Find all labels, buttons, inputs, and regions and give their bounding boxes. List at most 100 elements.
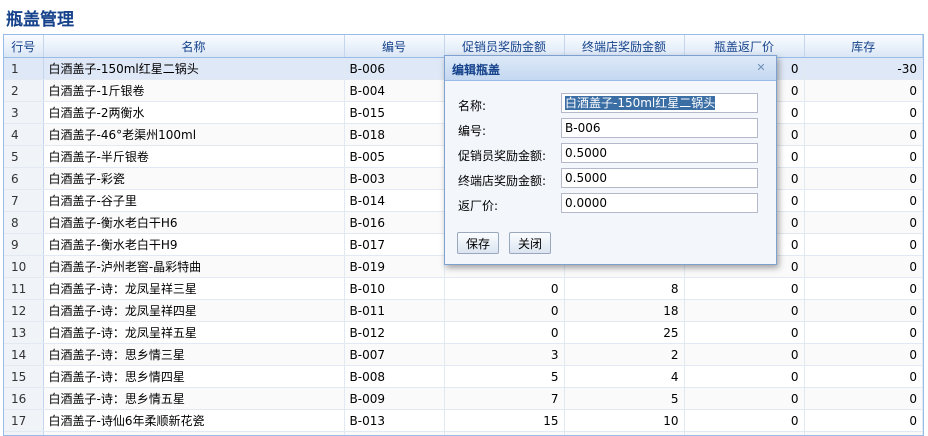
code-cell: B-010 bbox=[344, 277, 445, 300]
code-cell: B-016 bbox=[344, 211, 445, 234]
row-number: 1 bbox=[4, 57, 44, 80]
name-field-value: 白酒盖子-150ml红星二锅头 bbox=[565, 96, 716, 110]
name-field[interactable]: 白酒盖子-150ml红星二锅头 bbox=[561, 93, 758, 113]
stock-cell: 0 bbox=[804, 299, 923, 322]
row-number: 12 bbox=[4, 299, 44, 322]
table-row[interactable]: 15 白酒盖子-诗：思乡情四星 B-008 5 4 0 0 bbox=[4, 365, 923, 388]
row-number: 8 bbox=[4, 211, 44, 234]
code-label: 编号: bbox=[458, 124, 487, 138]
code-cell: B-004 bbox=[344, 79, 445, 102]
save-button[interactable]: 保存 bbox=[457, 232, 500, 254]
row-number: 9 bbox=[4, 233, 44, 256]
name-cell: 白酒盖子-衡水老白干H6 bbox=[43, 211, 345, 234]
row-number: 7 bbox=[4, 189, 44, 212]
name-cell: 白酒盖子-诗：龙凤呈祥四星 bbox=[43, 299, 345, 322]
column-header-code[interactable]: 编号 bbox=[344, 35, 445, 58]
code-cell: B-011 bbox=[344, 299, 445, 322]
table-row[interactable]: 16 白酒盖子-诗：思乡情五星 B-009 7 5 0 0 bbox=[4, 387, 923, 410]
stock-cell: 0 bbox=[804, 145, 923, 168]
name-cell: 白酒盖子-46°老渠州100ml bbox=[43, 123, 345, 146]
stock-cell: 0 bbox=[804, 101, 923, 124]
stock-cell: 0 bbox=[804, 431, 923, 435]
name-cell: 白酒盖子-谷子里 bbox=[43, 189, 345, 212]
table-row[interactable]: 12 白酒盖子-诗：龙凤呈祥四星 B-011 0 18 0 0 bbox=[4, 299, 923, 322]
stock-cell: 0 bbox=[804, 409, 923, 432]
column-header-row-number[interactable]: 行号 bbox=[4, 35, 44, 58]
return-price-cell: 0 bbox=[684, 343, 805, 366]
table-row[interactable]: 11 白酒盖子-诗：龙凤呈祥三星 B-010 0 8 0 0 bbox=[4, 277, 923, 300]
stock-cell: 0 bbox=[804, 277, 923, 300]
row-number: 14 bbox=[4, 343, 44, 366]
terminal-reward-cell: 5 bbox=[564, 387, 685, 410]
terminal-reward-cell: 18 bbox=[564, 299, 685, 322]
row-number: 10 bbox=[4, 255, 44, 278]
close-icon[interactable]: ✕ bbox=[754, 61, 768, 75]
promoter-reward-cell: 5 bbox=[444, 365, 565, 388]
name-cell: 白酒盖子-诗仙太白普花 bbox=[43, 431, 345, 435]
row-number: 11 bbox=[4, 277, 44, 300]
terminal-reward-cell: 25 bbox=[564, 321, 685, 344]
promoter-reward-field[interactable] bbox=[561, 143, 758, 163]
name-cell: 白酒盖子-2两衡水 bbox=[43, 101, 345, 124]
terminal-reward-cell: 8 bbox=[564, 277, 685, 300]
code-field[interactable] bbox=[561, 118, 758, 138]
stock-cell: 0 bbox=[804, 79, 923, 102]
return-price-field[interactable] bbox=[561, 193, 758, 213]
table-row[interactable]: 14 白酒盖子-诗：思乡情三星 B-007 3 2 0 0 bbox=[4, 343, 923, 366]
row-number: 17 bbox=[4, 409, 44, 432]
promoter-reward-cell: 0 bbox=[444, 321, 565, 344]
return-price-cell: 0 bbox=[684, 431, 805, 435]
name-label: 名称: bbox=[458, 99, 487, 113]
row-number: 15 bbox=[4, 365, 44, 388]
terminal-reward-label: 终端店奖励金额: bbox=[458, 174, 547, 188]
stock-cell: 0 bbox=[804, 167, 923, 190]
return-price-cell: 0 bbox=[684, 277, 805, 300]
code-cell: B-005 bbox=[344, 145, 445, 168]
column-header-name[interactable]: 名称 bbox=[43, 35, 345, 58]
code-cell: B-003 bbox=[344, 167, 445, 190]
promoter-reward-cell: 7 bbox=[444, 387, 565, 410]
stock-cell: 0 bbox=[804, 255, 923, 278]
table-row[interactable]: 17 白酒盖子-诗仙6年柔顺新花瓷 B-013 15 10 0 0 bbox=[4, 409, 923, 432]
return-price-cell: 0 bbox=[684, 409, 805, 432]
name-cell: 白酒盖子-诗：思乡情四星 bbox=[43, 365, 345, 388]
terminal-reward-cell: 12 bbox=[564, 431, 685, 435]
stock-cell: 0 bbox=[804, 233, 923, 256]
terminal-reward-cell: 4 bbox=[564, 365, 685, 388]
promoter-reward-cell: 17 bbox=[444, 431, 565, 435]
table-row[interactable]: 13 白酒盖子-诗：龙凤呈祥五星 B-012 0 25 0 0 bbox=[4, 321, 923, 344]
table-row[interactable]: 18白酒盖子-诗仙太白普花B-001171200 bbox=[4, 431, 923, 435]
stock-cell: 0 bbox=[804, 321, 923, 344]
terminal-reward-cell: 10 bbox=[564, 409, 685, 432]
code-cell: B-015 bbox=[344, 101, 445, 124]
name-cell: 白酒盖子-泸州老窖-晶彩特曲 bbox=[43, 255, 345, 278]
row-number: 2 bbox=[4, 79, 44, 102]
name-cell: 白酒盖子-诗仙6年柔顺新花瓷 bbox=[43, 409, 345, 432]
name-cell: 白酒盖子-衡水老白干H9 bbox=[43, 233, 345, 256]
promoter-reward-cell: 0 bbox=[444, 277, 565, 300]
promoter-reward-label: 促销员奖励金额: bbox=[458, 149, 547, 163]
name-cell: 白酒盖子-诗：思乡情五星 bbox=[43, 387, 345, 410]
name-cell: 白酒盖子-半斤银卷 bbox=[43, 145, 345, 168]
code-cell: B-008 bbox=[344, 365, 445, 388]
promoter-reward-cell: 0 bbox=[444, 299, 565, 322]
stock-cell: 0 bbox=[804, 343, 923, 366]
stock-cell: 0 bbox=[804, 365, 923, 388]
dialog-header[interactable]: 编辑瓶盖 ✕ bbox=[445, 56, 776, 81]
row-number: 4 bbox=[4, 123, 44, 146]
name-cell: 白酒盖子-诗：龙凤呈祥三星 bbox=[43, 277, 345, 300]
edit-bottle-cap-dialog: 编辑瓶盖 ✕ 名称: 白酒盖子-150ml红星二锅头 编号: 促销员奖励金额: … bbox=[444, 55, 777, 265]
code-cell: B-018 bbox=[344, 123, 445, 146]
column-header-stock[interactable]: 库存 bbox=[804, 35, 923, 58]
stock-cell: 0 bbox=[804, 189, 923, 212]
return-price-cell: 0 bbox=[684, 321, 805, 344]
row-number: 16 bbox=[4, 387, 44, 410]
row-number: 18 bbox=[4, 431, 44, 435]
terminal-reward-cell: 2 bbox=[564, 343, 685, 366]
code-cell: B-009 bbox=[344, 387, 445, 410]
code-cell: B-013 bbox=[344, 409, 445, 432]
close-button[interactable]: 关闭 bbox=[509, 232, 552, 254]
code-cell: B-012 bbox=[344, 321, 445, 344]
stock-cell: 0 bbox=[804, 387, 923, 410]
terminal-reward-field[interactable] bbox=[561, 168, 758, 188]
